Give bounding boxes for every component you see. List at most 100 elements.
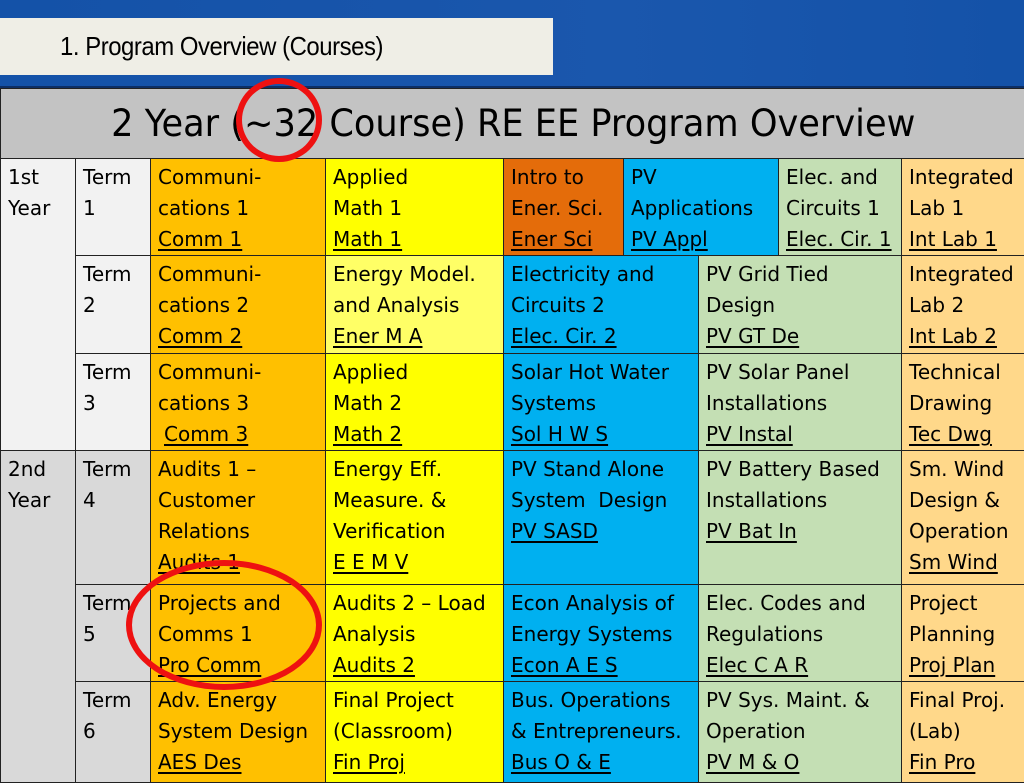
course-name: Communi- (158, 357, 319, 388)
term-cell: Term 3 (76, 354, 151, 451)
course-cell: Solar Hot Water Systems Sol H W S (504, 354, 699, 451)
term-label: Term (83, 685, 144, 716)
course-name: Energy Model. (333, 259, 497, 290)
term-number: 3 (83, 388, 144, 419)
course-code-link[interactable]: Comm 3 (158, 419, 319, 450)
course-code-link[interactable]: Pro Comm (158, 650, 319, 681)
term-number: 1 (83, 193, 144, 224)
course-code-link[interactable]: Ener M A (333, 321, 497, 352)
course-name: Relations (158, 516, 319, 547)
table-row-term-5: Term 5 Projects and Comms 1 Pro Comm Aud… (1, 585, 1024, 682)
course-code-link[interactable]: Fin Proj (333, 747, 497, 778)
course-code-link[interactable]: Elec. Cir. 2 (511, 321, 692, 352)
course-code-link[interactable]: Elec C A R (706, 650, 895, 681)
course-name: Electricity and (511, 259, 692, 290)
slide-title-box: 1. Program Overview (Courses) (0, 18, 553, 75)
course-cell: Final Project (Classroom) Fin Proj (326, 682, 504, 783)
term-cell: Term 2 (76, 256, 151, 354)
course-name: Sm. Wind (909, 454, 1020, 485)
course-code-link[interactable]: Ener Sci (511, 224, 617, 255)
course-cell: Applied Math 1 Math 1 (326, 159, 504, 256)
course-name: Solar Hot Water (511, 357, 692, 388)
year-label: 1st (8, 162, 69, 193)
course-code-link[interactable]: Comm 1 (158, 224, 319, 255)
course-cell: Projects and Comms 1 Pro Comm (151, 585, 326, 682)
course-code-link[interactable]: PV SASD (511, 516, 692, 547)
course-name: Energy Systems (511, 619, 692, 650)
course-name: (Lab) (909, 716, 1020, 747)
course-cell: Communi- cations 1 Comm 1 (151, 159, 326, 256)
course-code-link[interactable]: Bus O & E (511, 747, 692, 778)
course-cell: Technical Drawing Tec Dwg (902, 354, 1024, 451)
table-row-term-1: 1st Year Term 1 Communi- cations 1 Comm … (1, 159, 1024, 256)
course-cell: Econ Analysis of Energy Systems Econ A E… (504, 585, 699, 682)
course-cell: Electricity and Circuits 2 Elec. Cir. 2 (504, 256, 699, 354)
term-label: Term (83, 357, 144, 388)
course-cell: Adv. Energy System Design AES Des (151, 682, 326, 783)
course-name: Project (909, 588, 1020, 619)
course-code-link[interactable]: Int Lab 2 (909, 321, 1020, 352)
course-code-link[interactable]: PV Bat In (706, 516, 895, 547)
table-row-term-6: Term 6 Adv. Energy System Design AES Des… (1, 682, 1024, 783)
course-code-link[interactable]: Sol H W S (511, 419, 692, 450)
course-cell: Integrated Lab 1 Int Lab 1 (902, 159, 1024, 256)
course-name: Drawing (909, 388, 1020, 419)
course-code-link[interactable]: Audits 2 (333, 650, 497, 681)
course-name: Communi- (158, 259, 319, 290)
course-cell: Energy Eff. Measure. & Verification E E … (326, 451, 504, 585)
course-code-link[interactable]: Tec Dwg (909, 419, 1020, 450)
table-row-term-2: Term 2 Communi- cations 2 Comm 2 Energy … (1, 256, 1024, 354)
course-code-link[interactable]: PV M & O (706, 747, 895, 778)
course-cell: Communi- cations 2 Comm 2 (151, 256, 326, 354)
course-cell: Energy Model. and Analysis Ener M A (326, 256, 504, 354)
course-cell: Communi- cations 3 Comm 3 (151, 354, 326, 451)
course-name: Math 1 (333, 193, 497, 224)
course-cell: Applied Math 2 Math 2 (326, 354, 504, 451)
course-code-link[interactable]: Math 1 (333, 224, 497, 255)
term-label: Term (83, 259, 144, 290)
course-cell: Audits 1 – Customer Relations Audits 1 (151, 451, 326, 585)
course-name: Analysis (333, 619, 497, 650)
course-name: Elec. and (786, 162, 895, 193)
course-name: PV Grid Tied (706, 259, 895, 290)
course-cell: PV Battery Based Installations PV Bat In (699, 451, 902, 585)
course-cell: PV Sys. Maint. & Operation PV M & O (699, 682, 902, 783)
program-table: 2 Year (~32 Course) RE EE Program Overvi… (0, 88, 1024, 783)
year-label: Year (8, 485, 69, 516)
course-code-link[interactable]: Sm Wind (909, 547, 1020, 578)
course-name: Operation (909, 516, 1020, 547)
course-cell: Sm. Wind Design & Operation Sm Wind (902, 451, 1024, 585)
course-code-link[interactable]: PV GT De (706, 321, 895, 352)
course-code-link[interactable]: AES Des (158, 747, 319, 778)
course-cell: PV Applications PV Appl (624, 159, 779, 256)
course-code-link[interactable]: Math 2 (333, 419, 497, 450)
course-code-link[interactable]: PV Instal (706, 419, 895, 450)
course-name: Applications (631, 193, 772, 224)
course-code-link[interactable]: PV Appl (631, 224, 772, 255)
course-code-link[interactable]: Fin Pro (909, 747, 1020, 778)
course-cell: Elec. and Circuits 1 Elec. Cir. 1 (779, 159, 902, 256)
year-cell-1: 1st Year (1, 159, 76, 451)
course-code-link[interactable]: Proj Plan (909, 650, 1020, 681)
course-cell: PV Solar Panel Installations PV Instal (699, 354, 902, 451)
course-code-link[interactable]: Econ A E S (511, 650, 692, 681)
course-code-link[interactable]: Int Lab 1 (909, 224, 1020, 255)
course-code-link[interactable]: Comm 2 (158, 321, 319, 352)
course-code-link[interactable]: Audits 1 (158, 547, 319, 578)
course-name: System Design (511, 485, 692, 516)
course-name: cations 1 (158, 193, 319, 224)
course-name: Regulations (706, 619, 895, 650)
course-code-link[interactable]: Elec. Cir. 1 (786, 224, 895, 255)
course-name: PV Battery Based (706, 454, 895, 485)
course-name: Installations (706, 388, 895, 419)
table-title: 2 Year (~32 Course) RE EE Program Overvi… (111, 104, 915, 144)
course-name: PV Stand Alone (511, 454, 692, 485)
course-name: Circuits 2 (511, 290, 692, 321)
course-name: Technical (909, 357, 1020, 388)
course-cell: Bus. Operations & Entrepreneurs. Bus O &… (504, 682, 699, 783)
term-cell: Term 1 (76, 159, 151, 256)
year-label: 2nd (8, 454, 69, 485)
table-row-term-4: 2nd Year Term 4 Audits 1 – Customer Rela… (1, 451, 1024, 585)
course-name: System Design (158, 716, 319, 747)
course-code-link[interactable]: E E M V (333, 547, 497, 578)
